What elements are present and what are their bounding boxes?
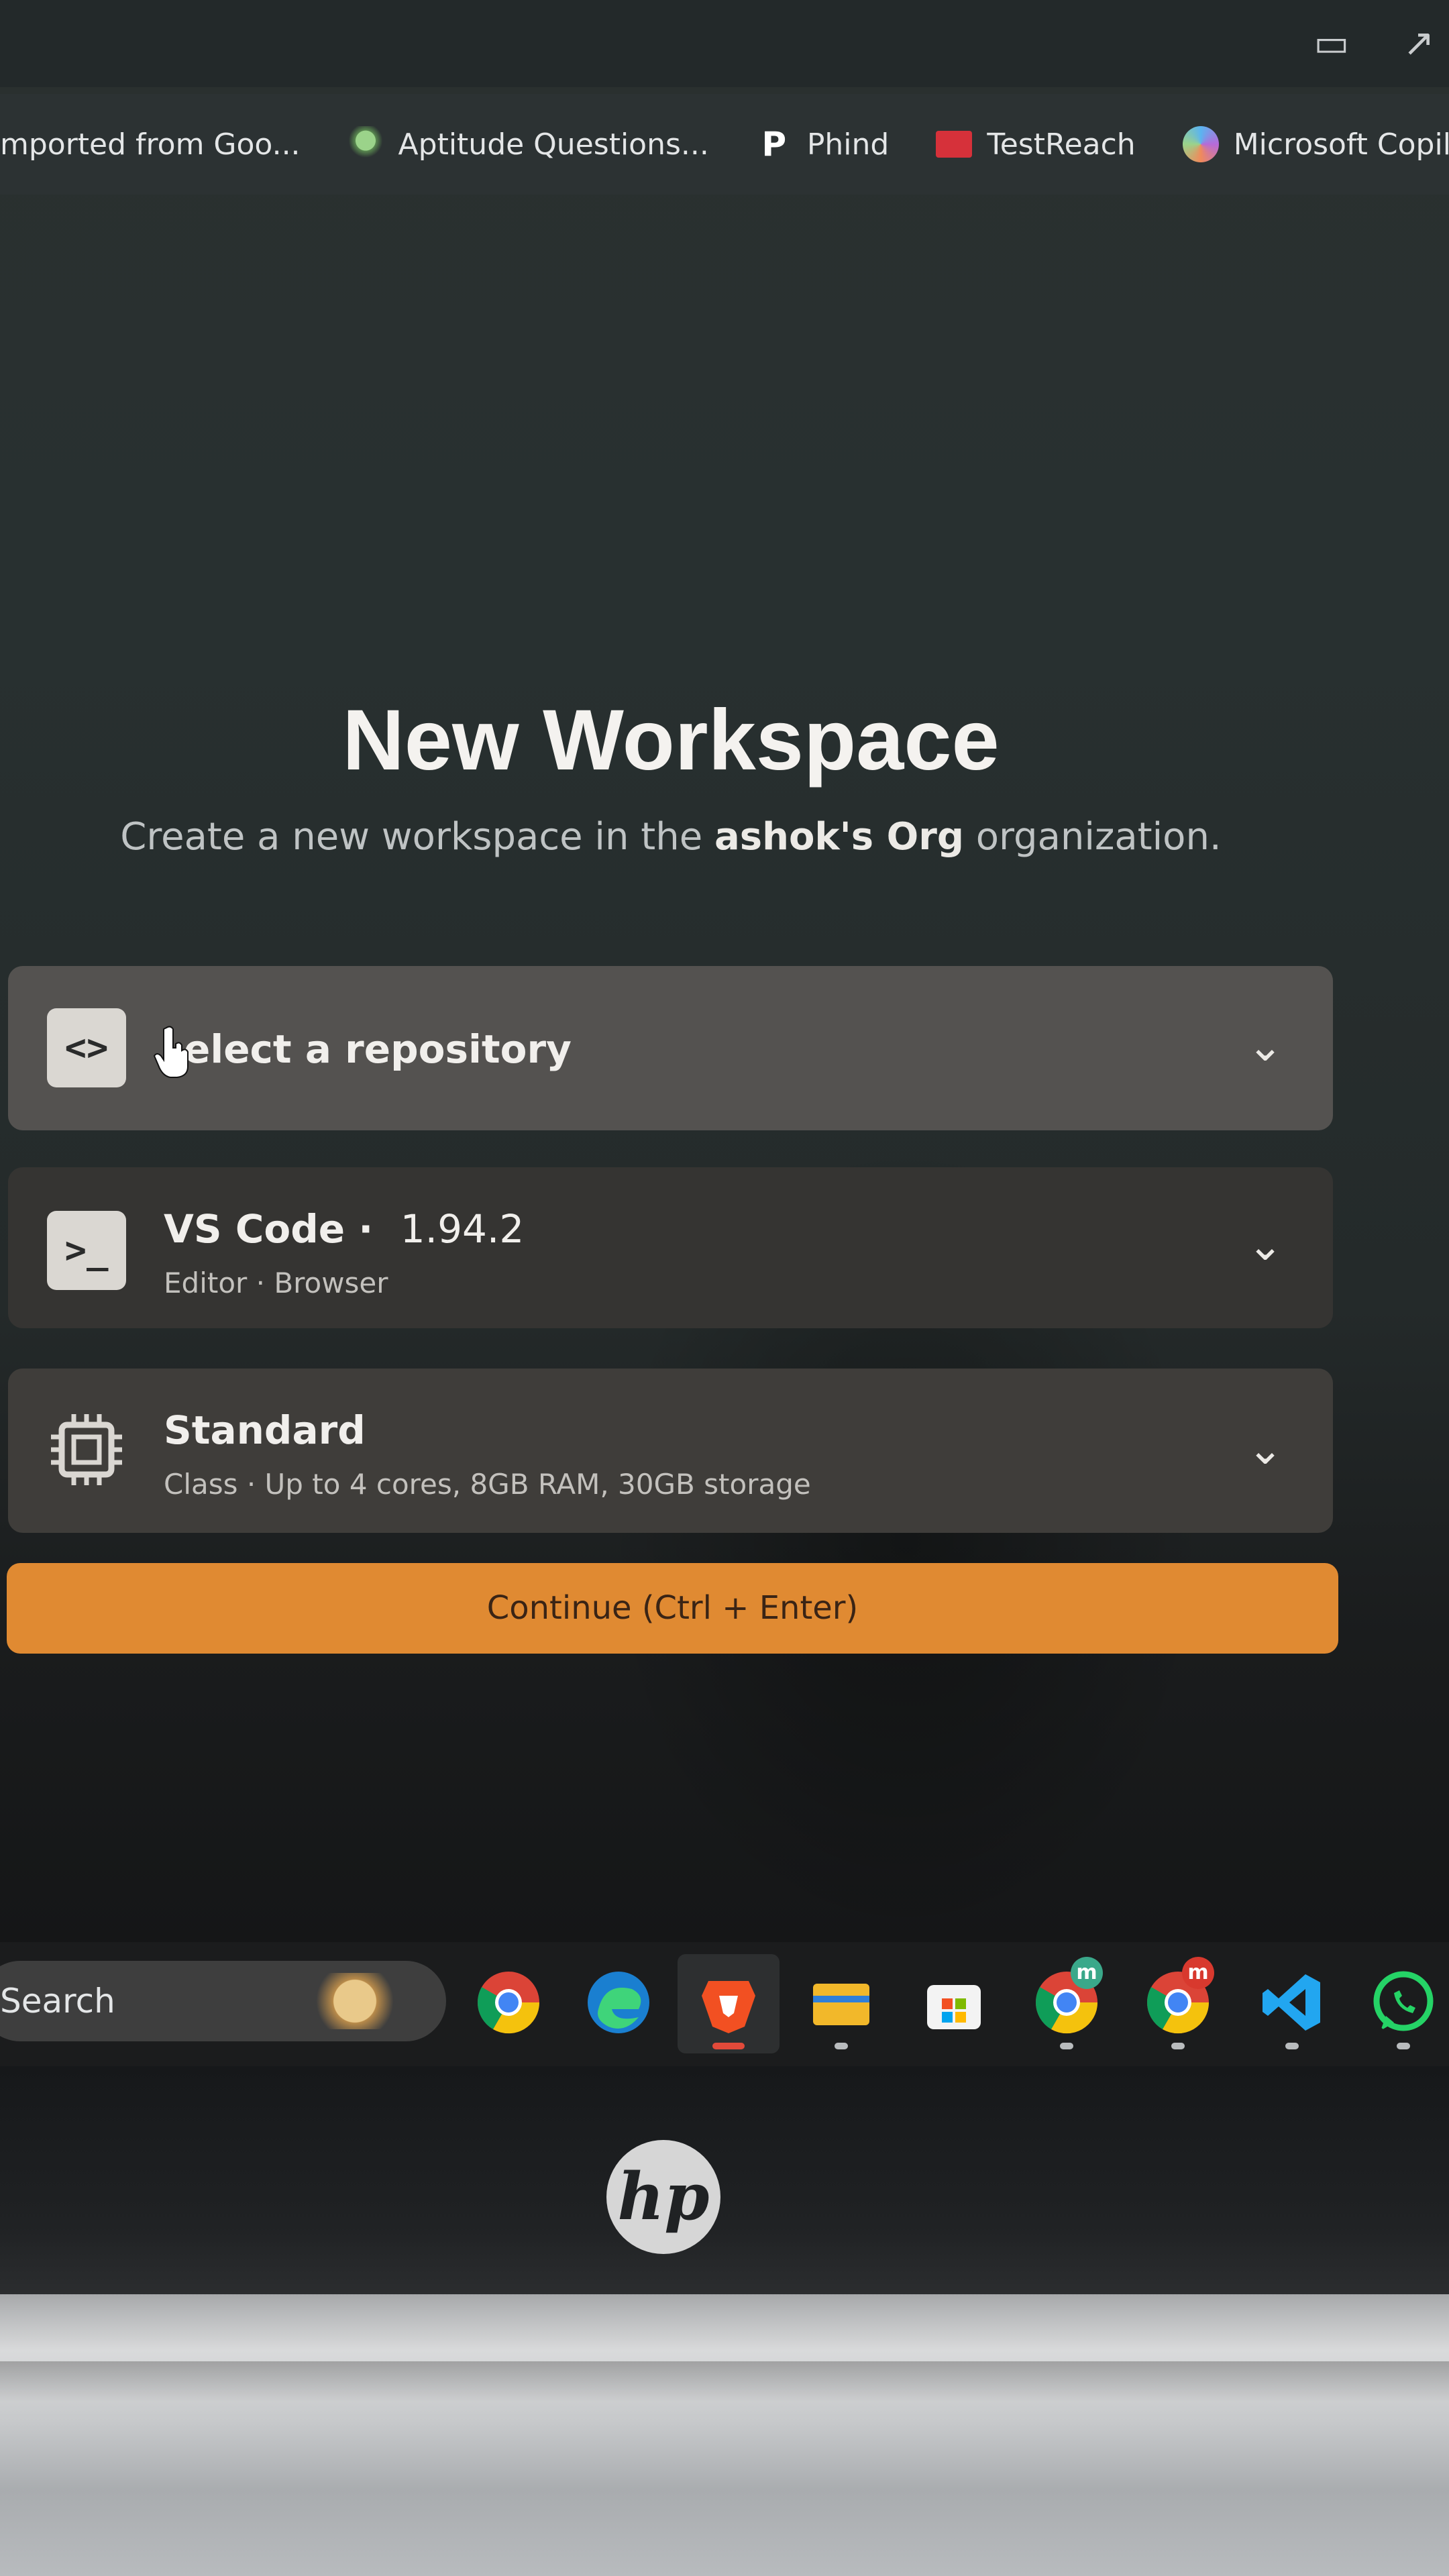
laptop-base <box>0 2294 1449 2576</box>
code-icon: <> <box>47 1008 126 1087</box>
profile-badge: m <box>1071 1957 1103 1989</box>
cast-icon[interactable]: ▭ <box>1308 20 1355 67</box>
search-highlight-icon <box>312 1973 419 2029</box>
bookmark-label: Aptitude Questions... <box>398 127 709 162</box>
vscode-icon[interactable] <box>1258 1969 1326 2036</box>
browser-toolbar: ▭ ↗ <box>0 0 1449 87</box>
bookmark-aptitude[interactable]: Aptitude Questions... <box>347 126 709 162</box>
taskbar-search[interactable]: Search <box>0 1961 446 2041</box>
screen: ▭ ↗ mported from Goo... Aptitude Questio… <box>0 0 1449 2100</box>
running-indicator <box>1060 2043 1073 2049</box>
repository-select-label: elect a repository <box>184 1026 572 1072</box>
taskbar: Search m m <box>0 1942 1449 2066</box>
editor-select[interactable]: >_ VS Code · 1.94.2 Editor · Browser ⌄ <box>8 1167 1333 1328</box>
cpu-icon <box>51 1414 122 1485</box>
testreach-icon <box>936 131 973 158</box>
page-title: New Workspace <box>342 692 1000 788</box>
editor-name: VS Code · <box>164 1206 374 1252</box>
bookmark-testreach[interactable]: TestReach <box>936 127 1136 162</box>
bookmark-label: TestReach <box>987 127 1136 162</box>
running-indicator <box>1285 2043 1299 2049</box>
laptop-base-shadow <box>0 2361 1449 2402</box>
continue-button[interactable]: Continue (Ctrl + Enter) <box>7 1563 1338 1654</box>
bookmarks-bar: mported from Goo... Aptitude Questions..… <box>0 94 1449 195</box>
subtitle-suffix: organization. <box>963 815 1222 859</box>
brave-icon[interactable] <box>695 1969 762 2036</box>
chevron-down-icon[interactable]: ⌄ <box>1242 1222 1289 1269</box>
microsoft-store-icon[interactable] <box>920 1969 987 2036</box>
search-label: Search <box>0 1982 115 2021</box>
bookmark-imported[interactable]: mported from Goo... <box>0 127 301 162</box>
whatsapp-icon[interactable] <box>1370 1969 1437 2036</box>
copilot-icon <box>1182 126 1219 162</box>
class-name: Standard <box>164 1407 366 1453</box>
org-name: ashok's Org <box>714 815 964 859</box>
bookmark-phind[interactable]: P Phind <box>756 125 890 164</box>
class-detail: Class · Up to 4 cores, 8GB RAM, 30GB sto… <box>164 1468 811 1501</box>
bookmark-copilot[interactable]: Microsoft Copilot <box>1182 126 1449 162</box>
file-explorer-icon[interactable] <box>808 1969 875 2036</box>
machine-class-select[interactable]: Standard Class · Up to 4 cores, 8GB RAM,… <box>8 1368 1333 1533</box>
bookmark-label: Microsoft Copilot <box>1233 127 1449 162</box>
editor-name-line: VS Code · 1.94.2 <box>164 1206 524 1252</box>
terminal-icon: >_ <box>47 1211 126 1290</box>
phind-icon: P <box>761 125 787 164</box>
running-indicator <box>835 2043 848 2049</box>
chevron-down-icon[interactable]: ⌄ <box>1242 1426 1289 1473</box>
repository-select[interactable]: <> elect a repository ⌄ <box>8 966 1333 1130</box>
hp-logo: hp <box>606 2140 720 2254</box>
subtitle-prefix: Create a new workspace in the <box>120 815 714 859</box>
bookmark-label: Phind <box>806 127 890 162</box>
running-indicator <box>1397 2043 1410 2049</box>
page-subtitle: Create a new workspace in the ashok's Or… <box>0 815 1342 859</box>
editor-version: 1.94.2 <box>400 1206 525 1252</box>
mushroom-icon <box>347 126 384 162</box>
hand-cursor-icon <box>153 1026 189 1078</box>
active-indicator <box>712 2043 745 2049</box>
editor-detail: Editor · Browser <box>164 1267 388 1299</box>
laptop-bezel <box>0 2066 1449 2294</box>
running-indicator <box>1171 2043 1185 2049</box>
edge-icon[interactable] <box>585 1969 652 2036</box>
bookmark-label: mported from Goo... <box>0 127 301 162</box>
profile-badge: m <box>1182 1957 1214 1989</box>
chrome-icon[interactable] <box>475 1969 542 2036</box>
share-icon[interactable]: ↗ <box>1395 20 1442 67</box>
chevron-down-icon[interactable]: ⌄ <box>1242 1023 1289 1070</box>
